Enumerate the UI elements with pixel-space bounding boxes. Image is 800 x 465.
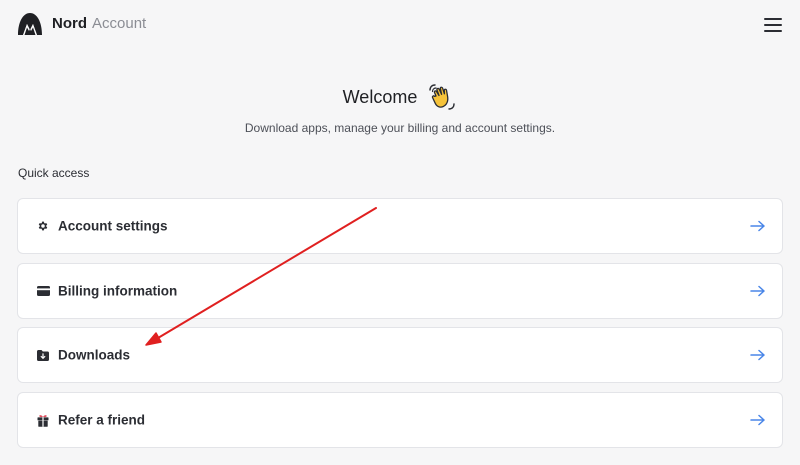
welcome-title: Welcome xyxy=(342,86,418,107)
billing-information-label: Billing information xyxy=(58,283,178,299)
welcome-heading: Welcome xyxy=(343,82,458,112)
arrow-right-icon xyxy=(750,220,765,232)
quick-access-label: Quick access xyxy=(18,166,90,180)
arrow-right-icon xyxy=(750,285,765,297)
arrow-right-icon xyxy=(750,349,765,361)
billing-information-card[interactable]: Billing information xyxy=(17,263,783,319)
refer-a-friend-label: Refer a friend xyxy=(58,412,146,428)
refer-a-friend-card[interactable]: Refer a friend xyxy=(17,392,783,448)
downloads-label: Downloads xyxy=(58,347,131,363)
download-folder-icon xyxy=(36,348,50,362)
page: Nord Account Welcome Download apps, mana… xyxy=(0,0,800,465)
nord-logo-icon[interactable] xyxy=(17,12,43,36)
welcome-subtitle: Download apps, manage your billing and a… xyxy=(244,121,556,135)
credit-card-icon xyxy=(36,284,50,298)
brand-product[interactable]: Account xyxy=(92,15,146,32)
arrow-right-icon xyxy=(750,414,765,426)
waving-hand-icon xyxy=(429,84,456,110)
account-settings-label: Account settings xyxy=(58,218,168,234)
account-settings-card[interactable]: Account settings xyxy=(17,198,783,254)
gear-icon xyxy=(36,219,50,233)
top-bar: Nord Account xyxy=(0,0,800,50)
gift-icon xyxy=(36,413,50,427)
hamburger-menu-icon[interactable] xyxy=(762,16,784,34)
downloads-card[interactable]: Downloads xyxy=(17,327,783,383)
brand-name[interactable]: Nord xyxy=(52,15,87,32)
welcome-section: Welcome xyxy=(0,82,800,112)
